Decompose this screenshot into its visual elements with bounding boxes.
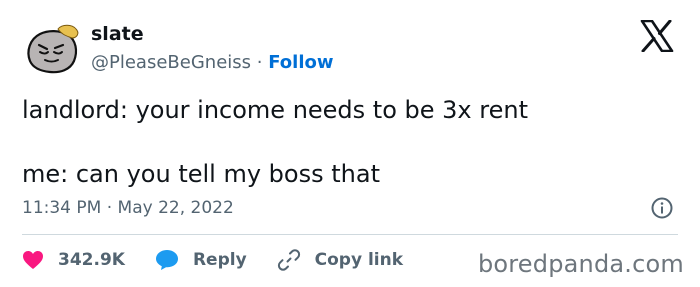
reply-label: Reply [192,250,247,270]
like-button[interactable]: 342.9K [22,250,125,270]
divider [22,234,678,235]
tweet-line: landlord: your income needs to be 3x ren… [22,96,528,124]
tweet-timestamp[interactable]: 11:34 PM · May 22, 2022 [22,196,234,220]
like-count: 342.9K [58,250,125,270]
user-info: slate @PleaseBeGneiss · Follow [91,22,334,74]
tweet-text: landlord: your income needs to be 3x ren… [22,94,682,190]
copy-link-label: Copy link [314,250,404,270]
tweet-line: me: can you tell my boss that [22,160,380,188]
handle-row: @PleaseBeGneiss · Follow [91,52,334,74]
rock-avatar-icon [27,24,79,74]
x-logo-icon[interactable] [640,20,674,52]
follow-button[interactable]: Follow [268,52,333,73]
heart-icon [23,251,43,269]
display-name[interactable]: slate [91,22,334,46]
separator: · [256,52,263,73]
link-icon [277,249,300,271]
reply-button[interactable]: Reply [155,249,247,271]
watermark: boredpanda.com [477,250,684,278]
info-icon[interactable] [651,197,673,219]
avatar[interactable] [22,21,80,79]
action-bar: 342.9K Reply Copy link [22,246,433,274]
user-handle[interactable]: @PleaseBeGneiss [91,52,251,73]
copy-link-button[interactable]: Copy link [277,248,403,272]
speech-bubble-icon [155,250,178,270]
tweet-card: slate @PleaseBeGneiss · Follow landlord:… [0,0,700,287]
